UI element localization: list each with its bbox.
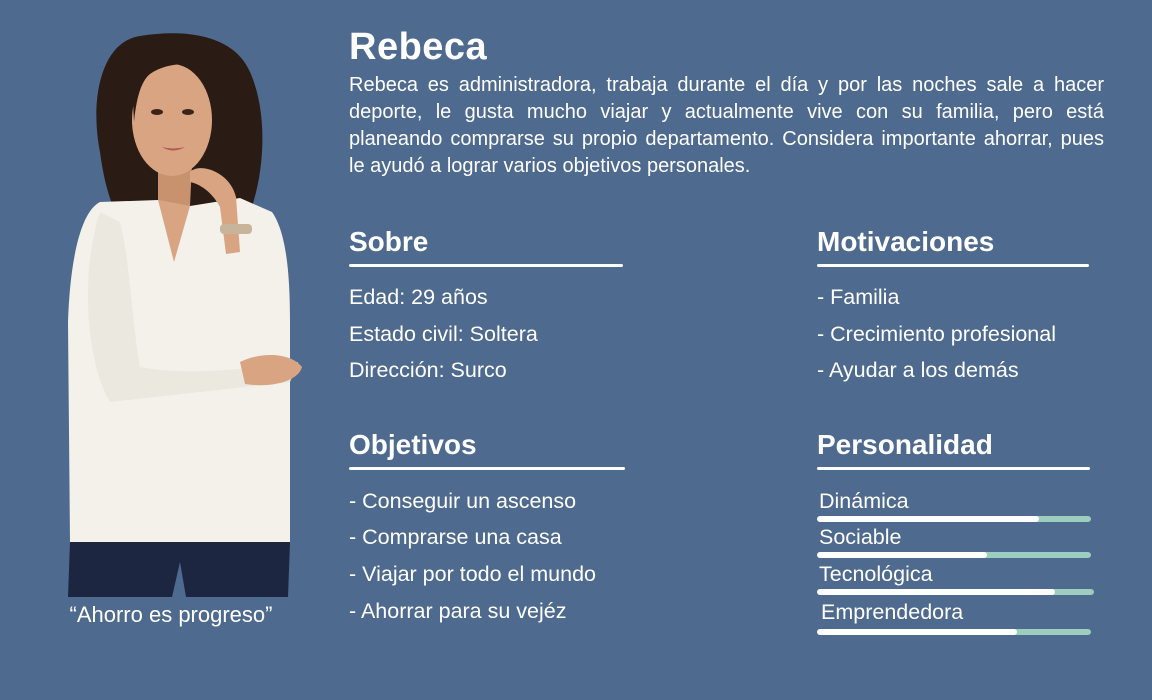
sobre-item: Estado civil: Soltera (349, 322, 538, 346)
objetivos-item: - Conseguir un ascenso (349, 489, 577, 513)
motivaciones-title: Motivaciones (817, 226, 995, 257)
motivaciones-item: - Familia (817, 285, 900, 309)
trait-label: Emprendedora (821, 600, 964, 624)
trait-label: Dinámica (819, 489, 909, 513)
trait-bar-fill (817, 589, 1056, 595)
motivaciones-divider (817, 264, 1089, 267)
objetivos-item: - Ahorrar para su vejéz (349, 599, 567, 623)
sobre-title: Sobre (349, 226, 429, 257)
objetivos-item: - Viajar por todo el mundo (349, 562, 596, 586)
trait-bar-fill (817, 516, 1039, 522)
sobre-divider (349, 264, 623, 267)
motivaciones-item: - Ayudar a los demás (817, 358, 1019, 382)
objetivos-divider (349, 467, 625, 470)
sobre-item: Edad: 29 años (349, 285, 488, 309)
persona-quote: “Ahorro es progreso” (69, 602, 273, 627)
sobre-item: Dirección: Surco (349, 358, 507, 382)
persona-name: Rebeca (349, 26, 488, 68)
trait-bar-fill (817, 629, 1018, 635)
motivaciones-item: - Crecimiento profesional (817, 322, 1056, 346)
trait-bar (817, 629, 1091, 635)
personalidad-divider (817, 467, 1090, 470)
personalidad-title: Personalidad (817, 429, 993, 460)
persona-photo (68, 33, 302, 597)
objetivos-item: - Comprarse una casa (349, 525, 562, 549)
persona-description: Rebeca es administradora, trabaja durant… (349, 74, 1104, 177)
trait-bar (817, 516, 1091, 522)
trait-label: Tecnológica (819, 562, 933, 586)
trait-label: Sociable (819, 525, 902, 549)
trait-bar (817, 589, 1094, 595)
objetivos-title: Objetivos (349, 429, 477, 460)
trait-bar-fill (817, 552, 987, 558)
trait-bar (817, 552, 1091, 558)
